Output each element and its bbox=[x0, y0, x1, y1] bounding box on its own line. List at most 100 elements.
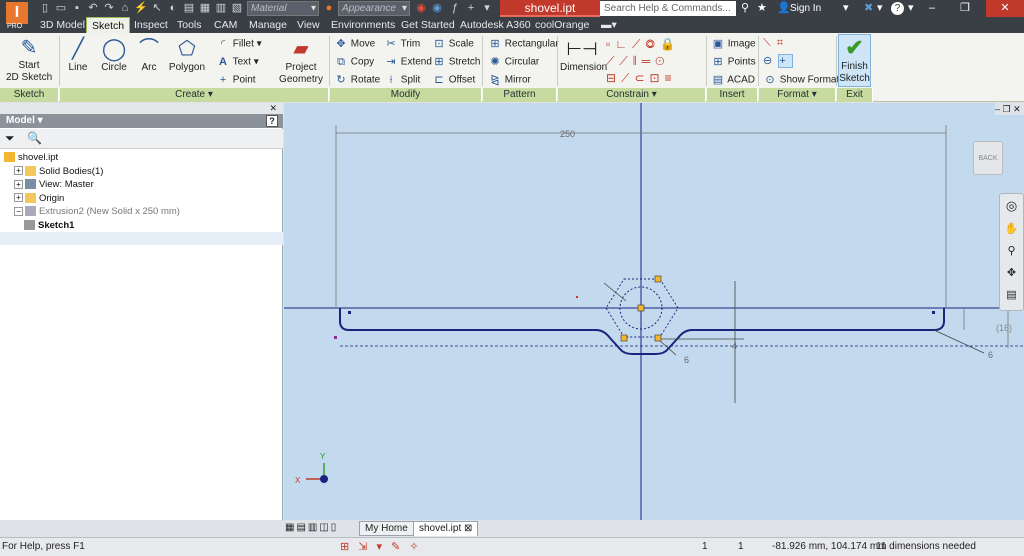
tab-my-home[interactable]: My Home bbox=[359, 521, 414, 536]
browser-header[interactable]: Model ▾ bbox=[0, 114, 283, 128]
new-icon[interactable]: ▯ bbox=[38, 2, 52, 15]
tab-coolorange[interactable]: coolOrange bbox=[530, 17, 594, 33]
center-dimension-text[interactable]: 4 bbox=[732, 341, 737, 351]
tree-node[interactable]: + Solid Bodies(1) bbox=[14, 165, 103, 178]
grip-point[interactable] bbox=[654, 275, 662, 283]
tree-node[interactable]: shovel.ipt bbox=[4, 151, 58, 164]
tab-environments[interactable]: Environments bbox=[326, 17, 400, 33]
panel-create[interactable]: Create ▾ bbox=[60, 88, 329, 102]
tile-icons[interactable]: ▦▤▥◫▯ bbox=[285, 522, 338, 533]
width-dimension-text[interactable]: 250 bbox=[560, 129, 575, 139]
expand-toggle-icon[interactable]: + bbox=[14, 179, 23, 189]
steering-wheel-icon[interactable]: ◎ bbox=[1000, 194, 1023, 218]
constraint-row[interactable]: ▫∟⟋◎🔒 bbox=[606, 36, 704, 53]
panel-format[interactable]: Format ▾ bbox=[759, 88, 836, 102]
close-tab-icon[interactable]: ⊠ bbox=[464, 523, 472, 534]
image-button[interactable]: ▣ Image bbox=[711, 38, 756, 51]
start-2d-sketch-button[interactable]: ✎ Start 2D Sketch bbox=[6, 36, 52, 84]
copy-button[interactable]: ⧉ Copy bbox=[334, 56, 374, 69]
format-icons-row2[interactable]: ⊖+ bbox=[763, 54, 793, 68]
tab-tools[interactable]: Tools bbox=[172, 17, 207, 33]
scale-button[interactable]: ⊡ Scale bbox=[432, 38, 473, 51]
minimize-icon[interactable]: – bbox=[929, 2, 935, 15]
sign-in-button[interactable]: Sign In bbox=[790, 2, 821, 16]
help-icon[interactable]: ? bbox=[891, 2, 904, 15]
open-icon[interactable]: ▭ bbox=[54, 2, 68, 15]
sketch-point[interactable] bbox=[932, 311, 935, 314]
shovel-profile[interactable] bbox=[339, 308, 945, 355]
text-button[interactable]: A Text ▾ bbox=[216, 56, 259, 69]
sketch-canvas[interactable]: Y X 250 6 6 4 (16) bbox=[284, 103, 1024, 520]
trim-button[interactable]: ✂ Trim bbox=[384, 38, 420, 51]
customize-icon[interactable]: ▾ bbox=[480, 2, 494, 15]
select-icon[interactable]: ↖ bbox=[150, 2, 164, 15]
grip-point[interactable] bbox=[654, 334, 662, 342]
window-controls[interactable]: – ❐ ✕ bbox=[995, 103, 1024, 115]
dropdown-arrow-icon[interactable]: ▾ bbox=[877, 2, 883, 15]
sketch-point[interactable] bbox=[576, 296, 578, 298]
tab-manage[interactable]: Manage bbox=[244, 17, 292, 33]
show-format-button[interactable]: ⊙ Show Format bbox=[763, 74, 839, 87]
sketch-point[interactable] bbox=[348, 311, 351, 314]
zoom-nav-icon[interactable]: ⚲ bbox=[1000, 240, 1023, 262]
zoom-icon[interactable]: ▦ bbox=[198, 2, 212, 15]
filter-icon[interactable]: ⏷ bbox=[5, 131, 15, 146]
hex-dimension-text[interactable]: 6 bbox=[684, 355, 689, 365]
panel-constrain[interactable]: Constrain ▾ bbox=[558, 88, 706, 102]
tab-inspect[interactable]: Inspect bbox=[129, 17, 173, 33]
adjust-icon[interactable]: ◉ bbox=[414, 2, 428, 15]
parameters-icon[interactable]: + bbox=[464, 2, 478, 15]
small-dimension-text[interactable]: (16) bbox=[996, 323, 1012, 333]
tab-3d-model[interactable]: 3D Model bbox=[35, 17, 90, 33]
constraint-grid[interactable]: ▫∟⟋◎🔒 ⟋⟋∥═⊙ ⊟⟋⊂⊡≡ bbox=[606, 36, 704, 86]
search-binoculars-icon[interactable]: 🔍 bbox=[27, 131, 42, 145]
tab-extra-icon[interactable]: ▬▾ bbox=[596, 17, 622, 33]
user-icon[interactable]: 👤 bbox=[777, 2, 791, 15]
exchange-icon[interactable]: ✖ bbox=[864, 2, 873, 15]
dropdown-arrow-icon[interactable]: ▾ bbox=[908, 2, 914, 15]
grid-icon[interactable]: ▥ bbox=[214, 2, 228, 15]
home-icon[interactable]: ⌂ bbox=[118, 2, 132, 15]
browser-help-icon[interactable]: ? bbox=[266, 115, 278, 127]
sketch-point[interactable] bbox=[334, 336, 337, 339]
tab-shovel-ipt[interactable]: shovel.ipt ⊠ bbox=[413, 521, 479, 536]
fx-icon[interactable]: ƒ bbox=[448, 2, 462, 15]
arc-button[interactable]: ⌒ Arc bbox=[136, 36, 162, 74]
clear-icon[interactable]: ◉ bbox=[430, 2, 444, 15]
fillet-button[interactable]: ◜ Fillet ▾ bbox=[216, 38, 262, 51]
tab-autodesk-a360[interactable]: Autodesk A360 bbox=[455, 17, 536, 33]
constraint-row[interactable]: ⊟⟋⊂⊡≡ bbox=[606, 70, 704, 87]
tree-node[interactable]: + Origin bbox=[14, 192, 64, 205]
acad-button[interactable]: ▤ ACAD bbox=[711, 74, 755, 87]
update-icon[interactable]: ⚡ bbox=[134, 2, 148, 15]
find-icon[interactable]: ⚲ bbox=[741, 2, 749, 15]
application-menu-button[interactable]: I PRO bbox=[0, 0, 34, 34]
expand-toggle-icon[interactable]: + bbox=[14, 166, 23, 176]
navigation-bar[interactable]: ◎ ✋ ⚲ ✥ ▤ bbox=[999, 193, 1024, 311]
redo-icon[interactable]: ↷ bbox=[102, 2, 116, 15]
look-at-icon[interactable]: ▤ bbox=[1000, 284, 1023, 306]
point-button[interactable]: + Point bbox=[216, 74, 256, 87]
expand-toggle-icon[interactable]: + bbox=[14, 193, 23, 203]
constraint-row[interactable]: ⟋⟋∥═⊙ bbox=[606, 53, 704, 70]
status-tool-icons[interactable]: ⊞ ⇲ ▾ ✎ ✧ bbox=[340, 538, 422, 556]
right-dimension-text[interactable]: 6 bbox=[988, 350, 993, 360]
grip-point[interactable] bbox=[620, 334, 628, 342]
circle-button[interactable]: ◯ Circle bbox=[98, 36, 130, 74]
orbit-icon[interactable]: ✥ bbox=[1000, 262, 1023, 284]
material-dropdown[interactable]: Material bbox=[247, 1, 319, 16]
expand-toggle-icon[interactable]: − bbox=[14, 206, 23, 216]
pan-icon[interactable]: ✋ bbox=[1000, 218, 1023, 240]
mirror-button[interactable]: ⧎ Mirror bbox=[488, 74, 531, 87]
tree-node[interactable]: Sketch1 bbox=[24, 219, 74, 232]
move-button[interactable]: ✥ Move bbox=[334, 38, 375, 51]
measure-icon[interactable]: ▤ bbox=[182, 2, 196, 15]
tab-sketch[interactable]: Sketch bbox=[86, 17, 131, 33]
tab-cam[interactable]: CAM bbox=[209, 17, 242, 33]
dropdown-arrow-icon[interactable]: ▾ bbox=[843, 2, 849, 15]
offset-button[interactable]: ⊏ Offset bbox=[432, 74, 475, 87]
rectangular-pattern-button[interactable]: ⊞ Rectangular bbox=[488, 38, 558, 51]
close-icon[interactable]: ✕ bbox=[986, 0, 1024, 17]
settings-icon[interactable]: ▧ bbox=[230, 2, 244, 15]
restore-icon[interactable]: ❐ bbox=[960, 2, 970, 15]
